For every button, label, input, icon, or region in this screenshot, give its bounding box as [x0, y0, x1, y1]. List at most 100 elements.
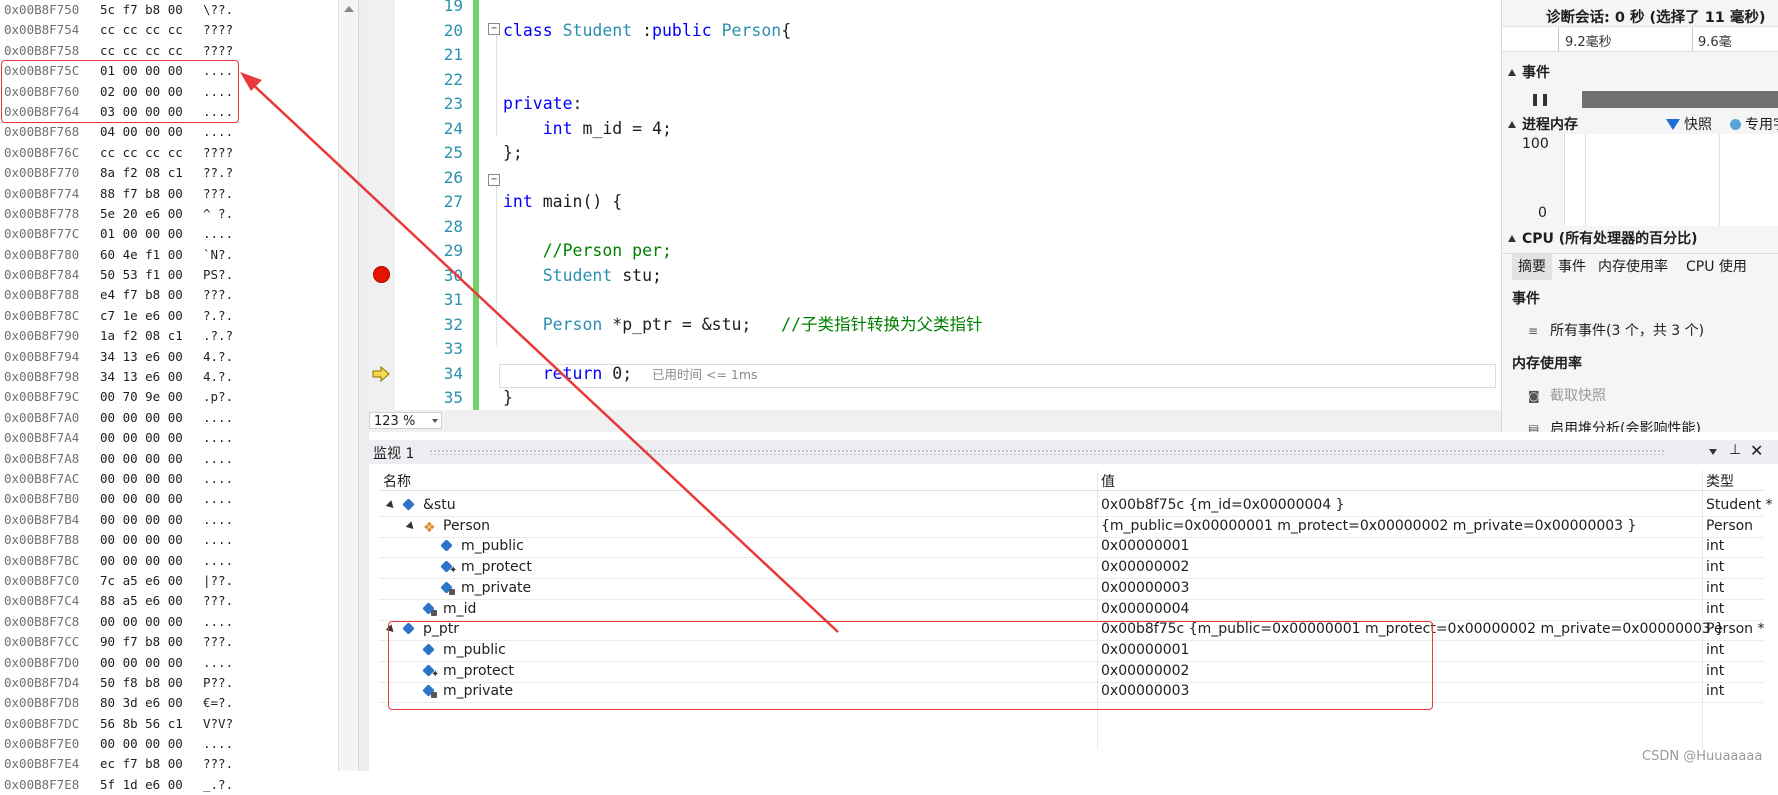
memory-row[interactable]: 0x00B8F7C0 7c a5 e6 00 |??. [0, 571, 330, 591]
tab-memory-usage[interactable]: 内存使用率 [1598, 254, 1668, 280]
memory-row[interactable]: 0x00B8F7D4 50 f8 b8 00 P??. [0, 673, 330, 693]
zoom-select[interactable]: 123 % [369, 412, 442, 429]
code-line[interactable]: } [503, 386, 513, 411]
tab-events[interactable]: 事件 [1558, 254, 1586, 280]
memory-row[interactable]: 0x00B8F750 5c f7 b8 00 \??. [0, 0, 330, 20]
tab-cpu-usage[interactable]: CPU 使用 [1686, 254, 1747, 280]
watch-value[interactable]: 0x00b8f75c {m_id=0x00000004 } [1101, 497, 1345, 513]
collapse-icon[interactable]: − [488, 23, 500, 35]
watch-name[interactable]: m_protect [461, 559, 532, 575]
tab-summary[interactable]: 摘要 [1512, 254, 1552, 280]
scroll-up-icon[interactable] [344, 6, 354, 12]
memory-row[interactable]: 0x00B8F7A0 00 00 00 00.... [0, 408, 330, 428]
code-line[interactable]: int m_id = 4; [503, 117, 672, 142]
watch-row[interactable]: m_public 0x00000001 int [379, 536, 1764, 559]
memory-row[interactable]: 0x00B8F7CC 90 f7 b8 00???. [0, 632, 330, 652]
watch-value[interactable]: 0x00000003 [1101, 580, 1189, 596]
memory-row[interactable]: 0x00B8F7C8 00 00 00 00.... [0, 612, 330, 632]
memory-ascii: ???. [203, 634, 234, 650]
memory-row[interactable]: 0x00B8F7A8 00 00 00 00.... [0, 449, 330, 469]
memory-row[interactable]: 0x00B8F7B4 00 00 00 00.... [0, 510, 330, 530]
watch-row[interactable]: m_private 0x00000003 int [379, 578, 1764, 600]
memory-row[interactable]: 0x00B8F7D8 80 3d e6 00 €=?. [0, 693, 330, 713]
memory-row[interactable]: 0x00B8F754 cc cc cc cc???? [0, 20, 330, 40]
column-value[interactable]: 值 [1101, 471, 1115, 491]
memory-row[interactable]: 0x00B8F768 04 00 00 00.... [0, 122, 330, 142]
memory-row[interactable]: 0x00B8F7BC 00 00 00 00.... [0, 551, 330, 571]
collapse-icon[interactable]: − [488, 174, 500, 186]
memory-row[interactable]: 0x00B8F770 8a f2 08 c1??.? [0, 163, 330, 183]
watch-name[interactable]: m_private [461, 580, 531, 596]
column-type[interactable]: 类型 [1706, 471, 1734, 491]
code-line[interactable]: return 0; 已用时间 <= 1ms [503, 362, 758, 387]
memory-row[interactable]: 0x00B8F780 60 4e f1 00 `N?. [0, 245, 330, 265]
expand-toggle-icon[interactable] [385, 500, 397, 511]
watch-title-bar[interactable]: 监视 1 ⊥ ✕ [369, 440, 1778, 464]
cpu-header[interactable]: CPU (所有处理器的百分比) [1508, 228, 1698, 248]
code-line[interactable]: Person *p_ptr = &stu; //子类指针转换为父类指针 [503, 313, 983, 338]
memory-row[interactable]: 0x00B8F7E8 5f 1d e6 00 _.?. [0, 775, 330, 795]
code-line[interactable]: }; [503, 141, 523, 166]
memory-row[interactable]: 0x00B8F774 88 f7 b8 00???. [0, 184, 330, 204]
watch-row[interactable]: ✦ m_protect 0x00000002 int [379, 557, 1764, 580]
memory-row[interactable]: 0x00B8F788 e4 f7 b8 00???. [0, 285, 330, 305]
memory-row[interactable]: 0x00B8F77C 01 00 00 00.... [0, 224, 330, 244]
watch-value[interactable]: 0x00000004 [1101, 601, 1189, 617]
memory-row[interactable]: 0x00B8F758 cc cc cc cc???? [0, 41, 330, 61]
watch-row[interactable]: &stu 0x00b8f75c {m_id=0x00000004 } Student… [379, 495, 1773, 517]
process-memory-graph[interactable] [1564, 134, 1778, 226]
memory-row[interactable]: 0x00B8F7D0 00 00 00 00.... [0, 653, 330, 673]
memory-row[interactable]: 0x00B8F7E4 ec f7 b8 00???. [0, 754, 330, 774]
breakpoint-margin[interactable] [369, 0, 395, 410]
events-header[interactable]: 事件 [1508, 62, 1550, 82]
code-editor[interactable]: 19 20 21 22 23 24 25 26 27 28 29 30 31 32 33 34 35 − − c… [369, 0, 1501, 415]
pin-icon[interactable]: ⊥ [1729, 442, 1741, 458]
memory-row[interactable]: 0x00B8F79C 00 70 9e 00 .p?. [0, 387, 330, 407]
memory-row[interactable]: 0x00B8F78C c7 1e e6 00?.?. [0, 306, 330, 326]
take-snapshot-button[interactable]: ◙ 截取快照 [1528, 385, 1606, 405]
panel-splitter[interactable] [358, 0, 369, 771]
memory-scrollbar[interactable] [338, 0, 359, 771]
heap-profiling-toggle[interactable]: ▤ 启用堆分析(会影响性能) [1528, 418, 1701, 432]
expand-toggle-icon[interactable] [405, 520, 417, 532]
memory-row[interactable]: 0x00B8F7B0 00 00 00 00.... [0, 489, 330, 509]
watch-value[interactable]: 0x00000001 [1101, 538, 1189, 554]
window-menu-icon[interactable] [1709, 449, 1717, 455]
memory-row[interactable]: 0x00B8F794 34 13 e6 00 4.?. [0, 347, 330, 367]
timeline-ruler[interactable]: 9.2毫秒 9.6毫 [1502, 26, 1778, 52]
watch-name[interactable]: m_id [443, 601, 476, 617]
memory-row[interactable]: 0x00B8F790 1a f2 08 c1.?.? [0, 326, 330, 346]
memory-row[interactable]: 0x00B8F784 50 53 f1 00 PS?. [0, 265, 330, 285]
code-line[interactable]: int main() { [503, 190, 622, 215]
memory-row[interactable]: 0x00B8F7DC 56 8b 56 c1 V?V? [0, 714, 330, 734]
code-line[interactable]: private: [503, 92, 582, 117]
memory-row[interactable]: 0x00B8F778 5e 20 e6 00 ^ ?. [0, 204, 330, 224]
watch-name[interactable]: &stu [423, 497, 456, 513]
all-events-link[interactable]: ≡ 所有事件(3 个，共 3 个) [1528, 320, 1704, 340]
memory-row[interactable]: 0x00B8F7B8 00 00 00 00.... [0, 530, 330, 550]
memory-row[interactable]: 0x00B8F76C cc cc cc cc???? [0, 143, 330, 163]
breakpoint-icon[interactable] [373, 266, 390, 283]
watch-name[interactable]: Person [443, 518, 490, 534]
line-number: 33 [443, 339, 463, 358]
line-number: 31 [443, 290, 463, 309]
memory-row[interactable]: 0x00B8F7E0 00 00 00 00.... [0, 734, 330, 754]
memory-row[interactable]: 0x00B8F7C4 88 a5 e6 00???. [0, 591, 330, 611]
memory-row[interactable]: 0x00B8F798 34 13 e6 00 4.?. [0, 367, 330, 387]
code-line[interactable]: class Student :public Person{ [503, 19, 791, 44]
pause-icon[interactable]: ❚❚ [1530, 92, 1550, 106]
events-timeline-track[interactable] [1582, 91, 1778, 108]
watch-row[interactable]: ❖ Person {m_public=0x00000001 m_protect=0x… [379, 516, 1764, 538]
code-line[interactable]: Student stu; [503, 264, 662, 289]
watch-value[interactable]: {m_public=0x00000001 m_protect=0x0000000… [1101, 518, 1636, 534]
editor-horizontal-scrollbar[interactable] [453, 412, 1493, 429]
watch-name[interactable]: m_public [461, 538, 524, 554]
close-icon[interactable]: ✕ [1750, 441, 1763, 460]
watch-value[interactable]: 0x00000002 [1101, 559, 1189, 575]
watch-row[interactable]: m_id 0x00000004 int [379, 599, 1764, 621]
code-line[interactable]: //Person per; [503, 239, 672, 264]
column-name[interactable]: 名称 [383, 471, 411, 491]
process-memory-header[interactable]: 进程内存 [1508, 114, 1578, 134]
memory-row[interactable]: 0x00B8F7AC 00 00 00 00.... [0, 469, 330, 489]
memory-row[interactable]: 0x00B8F7A4 00 00 00 00.... [0, 428, 330, 448]
